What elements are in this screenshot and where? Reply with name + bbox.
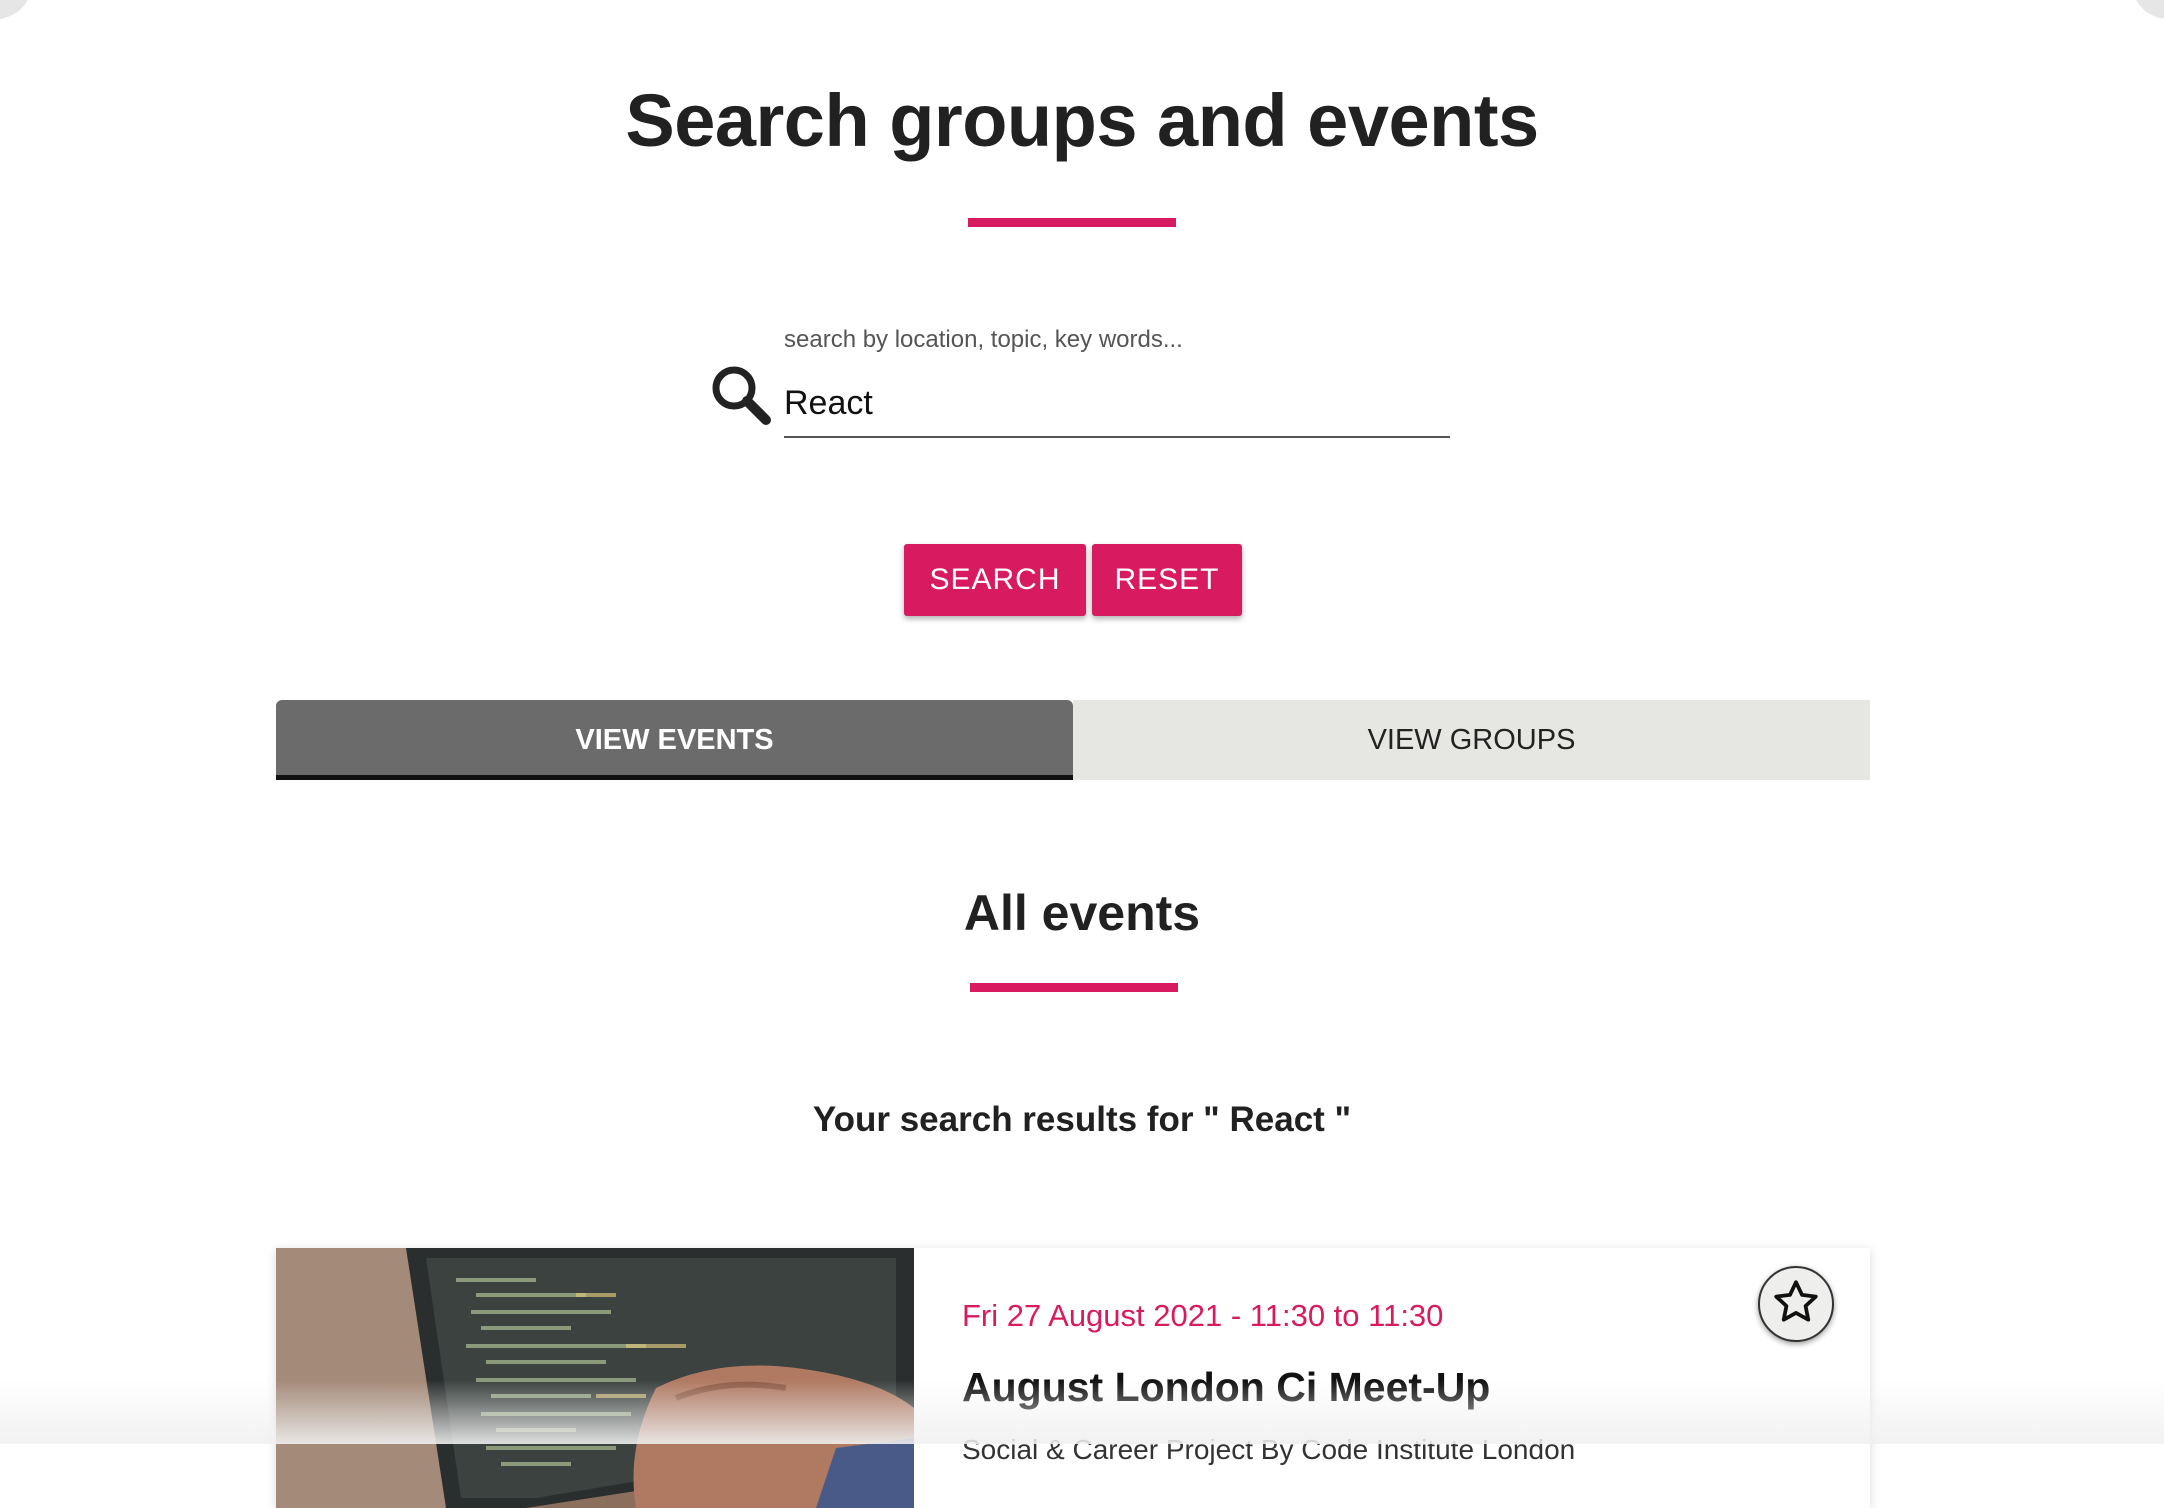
decorative-corner-left [0, 0, 30, 20]
search-icon [708, 362, 774, 428]
favorite-button[interactable] [1758, 1266, 1834, 1342]
decorative-corner-right [2134, 0, 2164, 20]
event-image [276, 1248, 914, 1508]
section-title: All events [963, 885, 1201, 941]
tab-view-groups[interactable]: VIEW GROUPS [1073, 700, 1870, 780]
event-date: Fri 27 August 2021 - 11:30 to 11:30 [962, 1298, 1444, 1333]
title-underline [968, 218, 1176, 227]
tab-view-events[interactable]: VIEW EVENTS [276, 700, 1073, 780]
event-card[interactable]: Fri 27 August 2021 - 11:30 to 11:30 Augu… [276, 1248, 1870, 1508]
search-input[interactable] [784, 370, 1450, 438]
search-button[interactable]: SEARCH [904, 544, 1086, 616]
reset-button[interactable]: RESET [1092, 544, 1242, 616]
star-outline-icon [1771, 1277, 1821, 1332]
event-title[interactable]: August London Ci Meet-Up [962, 1364, 1490, 1411]
event-subtitle: Social & Career Project By Code Institut… [962, 1434, 1576, 1465]
section-underline [970, 983, 1178, 992]
page-title: Search groups and events [625, 79, 1539, 162]
search-results-heading: Your search results for " React " [812, 1100, 1352, 1139]
search-hint: search by location, topic, key words... [784, 326, 1183, 353]
